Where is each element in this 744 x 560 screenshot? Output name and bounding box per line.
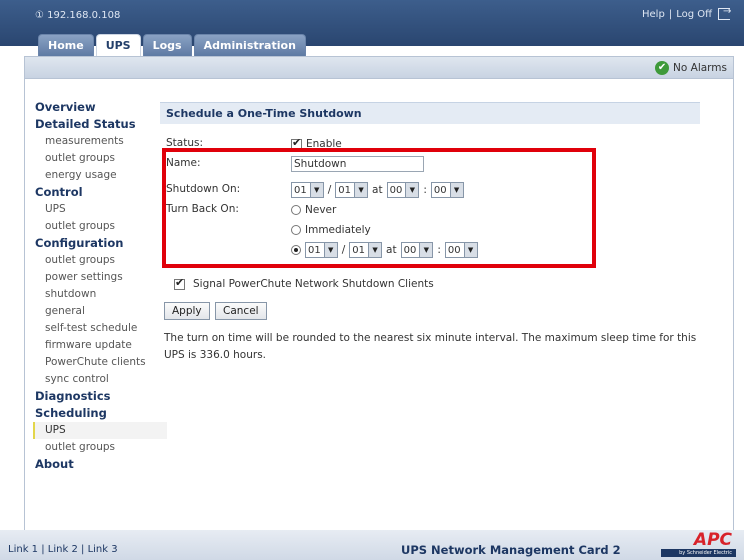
sidebar-item-firmware[interactable]: firmware update (33, 337, 167, 354)
sidebar-item-sync[interactable]: sync control (33, 371, 167, 388)
cancel-button[interactable]: Cancel (215, 302, 267, 320)
footer: Link 1 | Link 2 | Link 3 UPS Network Man… (0, 530, 744, 560)
signal-row: Signal PowerChute Network Shutdown Clien… (160, 274, 700, 294)
sidebar-item-measurements[interactable]: measurements (33, 133, 167, 150)
sidebar-item-about[interactable]: About (33, 456, 167, 473)
sidebar-item-detailed-status[interactable]: Detailed Status (33, 116, 167, 133)
sidebar-item-powerchute[interactable]: PowerChute clients (33, 354, 167, 371)
sidebar-item-scheduling-outlet-groups[interactable]: outlet groups (33, 439, 167, 456)
main-tabs: Home UPS Logs Administration (38, 34, 306, 56)
sidebar-item-configuration[interactable]: Configuration (33, 235, 167, 252)
page-title: Schedule a One-Time Shutdown (160, 102, 700, 124)
sidebar-item-scheduling[interactable]: Scheduling (33, 405, 167, 422)
alarm-text: No Alarms (673, 62, 727, 74)
sidebar-item-config-outlet-groups[interactable]: outlet groups (33, 252, 167, 269)
sidebar-item-diagnostics[interactable]: Diagnostics (33, 388, 167, 405)
top-links: Help | Log Off (642, 6, 731, 20)
alarm-status[interactable]: ✔ No Alarms (655, 61, 727, 75)
apply-button[interactable]: Apply (164, 302, 210, 320)
top-divider: | (668, 8, 673, 20)
sleep-time-note: The turn on time will be rounded to the … (164, 332, 697, 361)
logoff-icon[interactable] (718, 6, 731, 20)
sidebar-item-energy-usage[interactable]: energy usage (33, 167, 167, 184)
sidebar-item-self-test[interactable]: self-test schedule (33, 320, 167, 337)
sidebar-item-general[interactable]: general (33, 303, 167, 320)
tab-ups[interactable]: UPS (95, 34, 141, 56)
tab-home[interactable]: Home (38, 34, 94, 56)
tab-logs[interactable]: Logs (142, 34, 192, 56)
sidebar-item-shutdown[interactable]: shutdown (33, 286, 167, 303)
highlight-box (162, 148, 596, 268)
button-row: Apply Cancel (160, 302, 700, 320)
apc-logo: APC by Schneider Electric (661, 531, 736, 559)
ip-address: ① 192.168.0.108 (35, 10, 121, 21)
tab-administration[interactable]: Administration (193, 34, 306, 56)
alarm-bar: ✔ No Alarms (25, 57, 733, 79)
footer-links: Link 1 | Link 2 | Link 3 (8, 544, 118, 555)
footer-link-3[interactable]: Link 3 (88, 544, 118, 555)
signal-checkbox[interactable] (174, 276, 185, 290)
sidebar-item-scheduling-ups[interactable]: UPS (33, 422, 167, 439)
sidebar-item-control-ups[interactable]: UPS (33, 201, 167, 218)
check-icon: ✔ (655, 61, 670, 75)
sidebar: Overview Detailed Status measurements ou… (33, 99, 167, 473)
sidebar-item-overview[interactable]: Overview (33, 99, 167, 116)
sidebar-item-power-settings[interactable]: power settings (33, 269, 167, 286)
footer-link-2[interactable]: Link 2 (48, 544, 78, 555)
signal-label: Signal PowerChute Network Shutdown Clien… (193, 278, 434, 290)
product-name: UPS Network Management Card 2 (401, 543, 621, 557)
sidebar-item-control-outlet-groups[interactable]: outlet groups (33, 218, 167, 235)
logoff-link[interactable]: Log Off (676, 9, 712, 20)
sidebar-item-control[interactable]: Control (33, 184, 167, 201)
sidebar-item-status-outlet-groups[interactable]: outlet groups (33, 150, 167, 167)
help-link[interactable]: Help (642, 9, 665, 20)
footer-link-1[interactable]: Link 1 (8, 544, 38, 555)
